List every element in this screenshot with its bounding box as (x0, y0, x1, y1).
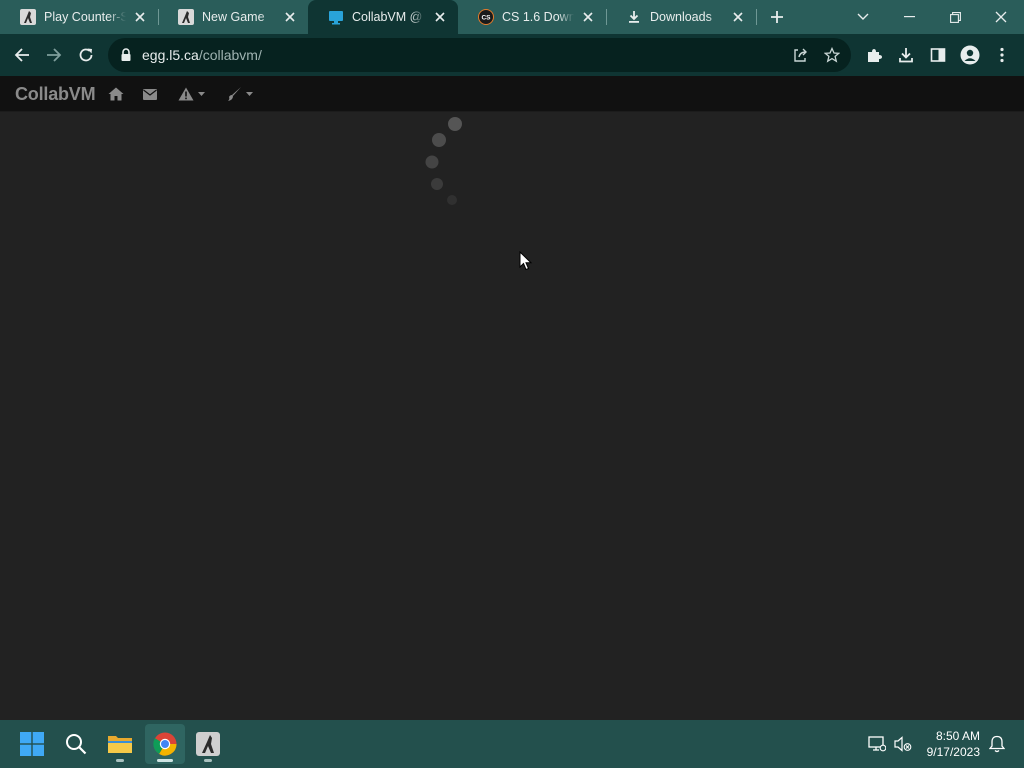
close-tab-icon[interactable] (432, 9, 448, 25)
close-tab-icon[interactable] (282, 9, 298, 25)
svg-text:CS: CS (481, 15, 491, 22)
counter-strike-icon (20, 9, 36, 25)
share-icon[interactable] (792, 47, 808, 68)
new-tab-button[interactable] (755, 0, 799, 34)
counter-strike-icon (178, 9, 194, 25)
url-text[interactable]: egg.l5.ca/collabvm/ (142, 38, 262, 72)
brush-icon (227, 87, 241, 101)
running-indicator (157, 759, 173, 762)
restore-icon (949, 11, 961, 23)
minimize-button[interactable] (886, 0, 932, 34)
close-window-button[interactable] (978, 0, 1024, 34)
bell-icon (989, 735, 1005, 753)
browser-toolbar: egg.l5.ca/collabvm/ (0, 34, 1024, 76)
reload-icon (79, 48, 93, 62)
extensions-button[interactable] (858, 34, 890, 76)
counter-strike-button[interactable] (188, 724, 228, 764)
taskbar-clock[interactable]: 8:50 AM 9/17/2023 (927, 728, 980, 760)
notifications-button[interactable] (984, 720, 1010, 768)
reload-button[interactable] (70, 34, 102, 76)
tab-title: CollabVM @ egg.l5.ca (352, 10, 426, 24)
puzzle-icon (868, 49, 882, 62)
clock-time: 8:50 AM (935, 729, 980, 743)
taskbar: 8:50 AM 9/17/2023 (0, 720, 1024, 768)
tab-downloads[interactable]: Downloads (606, 0, 756, 34)
avatar-icon (960, 45, 980, 65)
network-tray-button[interactable] (864, 720, 890, 768)
windows-start-icon (20, 732, 44, 756)
arrow-right-icon (47, 48, 62, 62)
star-icon[interactable] (823, 46, 841, 68)
search-icon (66, 734, 87, 755)
tab-title: Downloads (650, 10, 712, 24)
cs-logo-icon: CS (478, 9, 494, 25)
volume-muted-icon (894, 736, 912, 752)
address-bar[interactable]: egg.l5.ca/collabvm/ (108, 38, 851, 72)
tab-search-button[interactable] (840, 0, 886, 34)
close-tab-icon[interactable] (730, 9, 746, 25)
monitor-icon (328, 9, 344, 25)
messages-link[interactable] (140, 76, 160, 112)
caret-down-icon (197, 92, 205, 96)
lock-icon[interactable] (120, 48, 132, 67)
collabvm-navbar: CollabVM (0, 76, 1024, 112)
menu-button[interactable] (986, 34, 1018, 76)
chrome-icon (153, 732, 177, 756)
vm-viewport[interactable] (0, 112, 1024, 720)
caret-down-icon (245, 92, 253, 96)
arrow-left-icon (14, 48, 29, 62)
tab-new-game[interactable]: New Game (158, 0, 308, 34)
side-panel-icon (930, 48, 946, 62)
volume-tray-button[interactable] (890, 720, 916, 768)
minimize-icon (903, 16, 915, 18)
chevron-down-icon (857, 13, 869, 20)
close-tab-icon[interactable] (580, 9, 596, 25)
restore-button[interactable] (932, 0, 978, 34)
title-bar: Play Counter-Strike New Game CollabVM @ … (0, 0, 1024, 34)
url-host: egg.l5.ca (142, 47, 199, 63)
url-path: /collabvm/ (198, 47, 262, 63)
tab-collabvm[interactable]: CollabVM @ egg.l5.ca (308, 0, 458, 34)
chrome-button[interactable] (145, 724, 185, 764)
tab-cs-download[interactable]: CS CS 1.6 Download (458, 0, 606, 34)
warning-icon (178, 87, 193, 101)
side-panel-button[interactable] (922, 34, 954, 76)
clock-date: 9/17/2023 (926, 745, 980, 759)
profile-button[interactable] (954, 34, 986, 76)
start-button[interactable] (12, 724, 52, 764)
running-indicator (116, 759, 124, 762)
download-icon (626, 9, 642, 25)
downloads-button[interactable] (890, 34, 922, 76)
more-vert-icon (1000, 47, 1004, 63)
tab-title: CS 1.6 Download (502, 10, 574, 24)
forward-button[interactable] (38, 34, 70, 76)
close-icon (995, 11, 1007, 23)
theme-dropdown[interactable] (222, 76, 256, 112)
back-button[interactable] (6, 34, 38, 76)
alerts-dropdown[interactable] (174, 76, 208, 112)
brand-logo[interactable]: CollabVM (15, 76, 96, 112)
counter-strike-icon (196, 732, 220, 756)
tab-title: Play Counter-Strike (44, 10, 126, 24)
home-link[interactable] (105, 76, 127, 112)
close-tab-icon[interactable] (132, 9, 148, 25)
network-icon (868, 736, 886, 752)
download-icon (899, 48, 913, 63)
tab-play-counter-strike[interactable]: Play Counter-Strike (0, 0, 158, 34)
envelope-icon (143, 88, 157, 100)
tab-title: New Game (202, 10, 265, 24)
plus-icon (771, 11, 783, 23)
loading-spinner-icon (425, 117, 462, 205)
folder-icon (108, 736, 132, 753)
home-icon (108, 87, 124, 101)
running-indicator (204, 759, 212, 762)
file-explorer-button[interactable] (100, 724, 140, 764)
search-button[interactable] (56, 724, 96, 764)
mouse-cursor-icon (519, 251, 533, 271)
